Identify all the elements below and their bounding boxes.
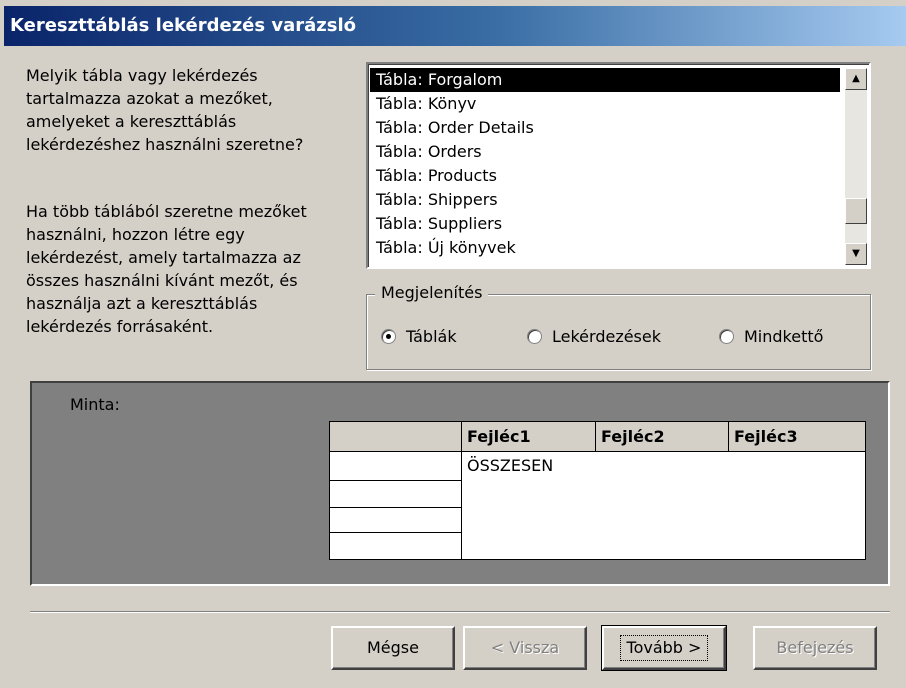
hint-text: Ha több táblából szeretne mezőket haszná…	[26, 202, 307, 336]
radio-both-label: Mindkettő	[744, 327, 824, 346]
sample-label: Minta:	[70, 395, 120, 414]
scroll-up-button[interactable]: ▲	[845, 68, 867, 90]
sample-header-corner	[330, 422, 462, 452]
radio-both-circle[interactable]	[719, 328, 734, 344]
list-item-shippers[interactable]: Tábla: Shippers	[370, 188, 840, 212]
radio-tables[interactable]: Táblák	[381, 327, 457, 346]
finish-button[interactable]: Befejezés	[753, 626, 877, 670]
table-listbox[interactable]: Tábla: Forgalom Tábla: Könyv Tábla: Orde…	[366, 62, 871, 269]
sample-header-1: Fejléc1	[462, 422, 596, 452]
display-group-label: Megjelenítés	[375, 283, 489, 302]
sample-row-header	[330, 481, 462, 508]
question-text: Melyik tábla vagy lekérdezés tartalmazza…	[26, 66, 304, 154]
sample-grid: Fejléc1 Fejléc2 Fejléc3 ÖSSZESEN	[329, 421, 866, 560]
display-groupbox: Megjelenítés Táblák Lekérdezések Mindket…	[366, 283, 871, 370]
radio-both[interactable]: Mindkettő	[719, 327, 823, 346]
radio-queries-label: Lekérdezések	[552, 327, 661, 346]
sample-panel: Minta: Fejléc1 Fejléc2 Fejléc3 ÖSSZESEN	[30, 381, 890, 586]
radio-tables-circle[interactable]	[381, 328, 396, 344]
list-item-order-details[interactable]: Tábla: Order Details	[370, 116, 840, 140]
scroll-down-button[interactable]: ▼	[845, 243, 867, 265]
cancel-button[interactable]: Mégse	[331, 626, 455, 670]
button-separator	[30, 611, 890, 613]
radio-tables-label: Táblák	[406, 327, 457, 346]
sample-row-header	[330, 452, 462, 481]
next-button[interactable]: Tovább >	[601, 625, 727, 671]
list-item-konyv[interactable]: Tábla: Könyv	[370, 92, 840, 116]
sample-row-header	[330, 508, 462, 533]
sample-header-2: Fejléc2	[596, 422, 729, 452]
list-item-orders[interactable]: Tábla: Orders	[370, 140, 840, 164]
list-items: Tábla: Forgalom Tábla: Könyv Tábla: Orde…	[370, 68, 840, 260]
radio-queries[interactable]: Lekérdezések	[527, 327, 661, 346]
list-scrollbar[interactable]: ▲ ▼	[845, 68, 867, 265]
sample-row-header	[330, 533, 462, 559]
scroll-thumb[interactable]	[845, 197, 867, 224]
back-button[interactable]: < Vissza	[463, 626, 587, 670]
list-item-suppliers[interactable]: Tábla: Suppliers	[370, 212, 840, 236]
sample-header-3: Fejléc3	[729, 422, 865, 452]
window-title: Kereszttáblás lekérdezés varázsló	[10, 15, 356, 36]
list-item-uj-konyvek[interactable]: Tábla: Új könyvek	[370, 236, 840, 260]
radio-queries-circle[interactable]	[527, 328, 542, 344]
wizard-window: Kereszttáblás lekérdezés varázsló Melyik…	[0, 0, 906, 688]
title-bar[interactable]: Kereszttáblás lekérdezés varázsló	[4, 6, 906, 46]
sample-total-label: ÖSSZESEN	[467, 456, 554, 475]
list-item-products[interactable]: Tábla: Products	[370, 164, 840, 188]
next-button-label: Tovább >	[619, 635, 709, 661]
list-item-forgalom[interactable]: Tábla: Forgalom	[370, 68, 840, 92]
